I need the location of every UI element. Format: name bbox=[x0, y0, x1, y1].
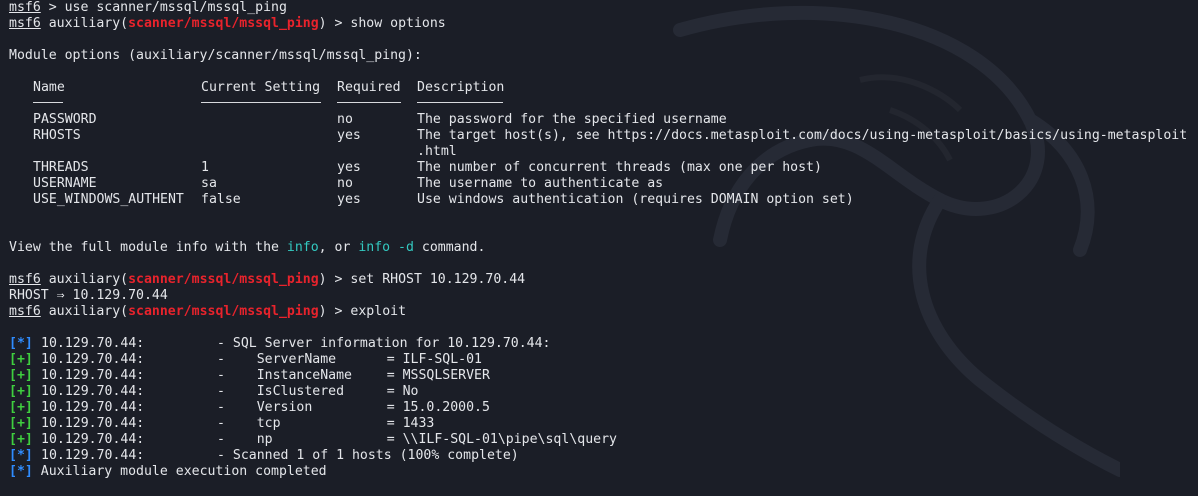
module-name: scanner/mssql/mssql_ping bbox=[128, 304, 319, 319]
table-row: RHOSTS yes The target host(s), see https:/… bbox=[33, 128, 1188, 143]
status-success-tag: [+] bbox=[9, 368, 33, 383]
status-info-tag: [*] bbox=[9, 336, 33, 351]
execution-completed: [*] Auxiliary module execution completed bbox=[9, 464, 327, 479]
table-row: .html bbox=[417, 144, 457, 159]
status-success-tag: [+] bbox=[9, 384, 33, 399]
command-show-options: msf6 auxiliary(scanner/mssql/mssql_ping)… bbox=[9, 16, 446, 31]
status-success-tag: [+] bbox=[9, 400, 33, 415]
result-line: [+] 10.129.70.44: - Version = 15.0.2000.5 bbox=[9, 400, 490, 415]
result-line: [+] 10.129.70.44: - IsClustered = No bbox=[9, 384, 419, 399]
status-success-tag: [+] bbox=[9, 416, 33, 431]
status-success-tag: [+] bbox=[9, 432, 33, 447]
command-set-rhost: msf6 auxiliary(scanner/mssql/mssql_ping)… bbox=[9, 272, 526, 287]
module-options-heading: Module options (auxiliary/scanner/mssql/… bbox=[9, 48, 422, 63]
result-line: [+] 10.129.70.44: - ServerName = ILF-SQL-01 bbox=[9, 352, 482, 367]
command-exploit: msf6 auxiliary(scanner/mssql/mssql_ping)… bbox=[9, 304, 407, 319]
msf-prompt: msf6 bbox=[9, 272, 41, 287]
table-row: THREADS 1 yes The number of concurrent thre… bbox=[33, 160, 822, 175]
command-use: msf6 > use scanner/mssql/mssql_ping bbox=[9, 0, 287, 15]
status-success-tag: [+] bbox=[9, 352, 33, 367]
result-line: [+] 10.129.70.44: - InstanceName = MSSQLSER… bbox=[9, 368, 490, 383]
msf-prompt: msf6 bbox=[9, 0, 41, 15]
result-line: [+] 10.129.70.44: - np = \\ILF-SQL-01\pipe\… bbox=[9, 432, 617, 447]
table-row: USE_WINDOWS_AUTHENT false yes Use windows a… bbox=[33, 192, 854, 207]
result-line: [*] 10.129.70.44: - SQL Server information… bbox=[9, 336, 551, 351]
options-table-header: Name Current Setting Required Descriptio… bbox=[33, 80, 505, 95]
table-row: USERNAME sa no The username to authenticate… bbox=[33, 176, 664, 191]
msf-prompt: msf6 bbox=[9, 16, 41, 31]
info-command: info bbox=[286, 240, 319, 255]
info-d-command: info -d bbox=[358, 240, 414, 255]
table-row: PASSWORD no The password for the specified… bbox=[33, 112, 727, 127]
terminal[interactable]: msf6 > use scanner/mssql/mssql_ping msf6… bbox=[9, 0, 1198, 480]
msf-prompt: msf6 bbox=[9, 304, 41, 319]
options-table-underline bbox=[9, 96, 1198, 112]
status-info-tag: [*] bbox=[9, 448, 33, 463]
result-line: [+] 10.129.70.44: - tcp = 1433 bbox=[9, 416, 435, 431]
module-name: scanner/mssql/mssql_ping bbox=[128, 16, 319, 31]
rhost-echo: RHOST ⇒ 10.129.70.44 bbox=[9, 288, 168, 303]
result-line: [*] 10.129.70.44: - Scanned 1 of 1 hosts (… bbox=[9, 448, 519, 463]
module-name: scanner/mssql/mssql_ping bbox=[128, 272, 319, 287]
module-info-hint: View the full module info with the info,… bbox=[9, 240, 486, 255]
